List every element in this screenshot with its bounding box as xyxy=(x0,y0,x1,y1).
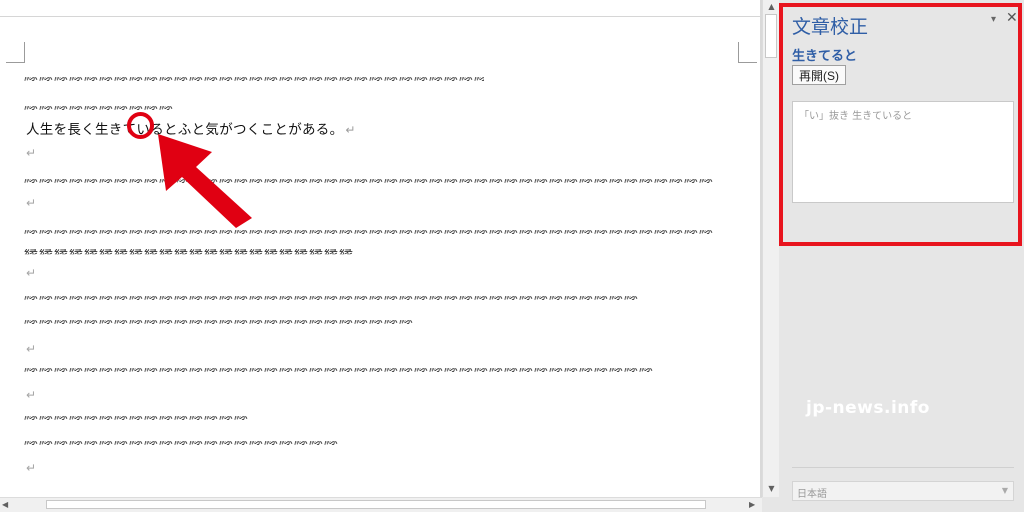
blurred-line: 縁縁縁縁縁縁縁縁縁縁縁縁縁縁縁縁縁縁縁縁縁縁縁縁縁縁 xyxy=(24,313,414,326)
vertical-scrollbar[interactable]: ▲ ▼ xyxy=(762,0,780,497)
blurred-line: 縁縁縁縁縁縁縁縁縁縁縁縁縁縁縁縁縁縁縁縁縁縁縁縁縁縁縁縁縁縁縁縁 xyxy=(24,70,484,83)
annotation-arrow-icon xyxy=(158,134,252,228)
scroll-up-icon[interactable]: ▲ xyxy=(763,0,780,13)
blurred-line: 縁縁縁縁縁縁縁縁縁縁縁縁縁縁縁縁縁縁縁縁縁縁縁縁縁縁縁縁縁縁縁縁縁縁縁縁縁縁縁縁… xyxy=(24,172,714,185)
watermark: jp-news.info xyxy=(806,398,930,418)
paragraph-mark: ↵ xyxy=(345,123,356,137)
proofing-pane: 文章校正 ▾ ✕ 生きてると 再開(S) 「い」抜き 生きていると jp-new… xyxy=(779,0,1024,511)
scroll-thumb-horizontal[interactable] xyxy=(46,500,706,509)
blurred-line: 縁縁縁縁縁縁縁縁縁縁 xyxy=(24,99,174,112)
paragraph-mark: ↵ xyxy=(26,461,37,475)
scroll-down-icon[interactable]: ▼ xyxy=(763,482,780,495)
close-icon[interactable]: ✕ xyxy=(1006,10,1018,26)
blurred-line: 縁縁縁縁縁縁縁縁縁縁縁縁縁縁縁縁縁縁縁縁縁 xyxy=(24,434,339,447)
paragraph-mark: ↵ xyxy=(26,266,37,280)
scroll-right-icon[interactable]: ▶ xyxy=(749,498,755,512)
pane-title: 文章校正 xyxy=(792,16,869,38)
scroll-thumb[interactable] xyxy=(765,14,777,58)
pane-menu-icon[interactable]: ▾ xyxy=(991,14,996,25)
ruler-line xyxy=(0,16,762,17)
blurred-line: 縁縁縁縁縁縁縁縁縁縁縁縁縁縁縁縁縁縁縁縁縁縁縁縁縁縁縁縁縁縁縁縁縁縁縁縁縁縁縁縁… xyxy=(24,289,639,302)
document-area[interactable]: 縁縁縁縁縁縁縁縁縁縁縁縁縁縁縁縁縁縁縁縁縁縁縁縁縁縁縁縁縁縁縁縁 縁縁縁縁縁縁縁… xyxy=(0,0,762,497)
horizontal-scrollbar[interactable]: ◀ ▶ xyxy=(0,497,762,512)
paragraph-mark: ↵ xyxy=(26,342,37,356)
divider xyxy=(792,467,1014,468)
scroll-left-icon[interactable]: ◀ xyxy=(2,498,8,512)
flagged-word: 生きてると xyxy=(792,49,858,64)
paragraph-mark: ↵ xyxy=(26,196,37,210)
blurred-line: 縁縁縁縁縁縁縁縁 xyxy=(24,490,144,497)
resume-button[interactable]: 再開(S) xyxy=(792,65,846,85)
paragraph-mark: ↵ xyxy=(26,146,37,160)
margin-corner-left xyxy=(6,42,25,63)
paragraph-mark: ↵ xyxy=(26,388,37,402)
blurred-line: 縁縁縁縁縁縁縁縁縁縁縁縁縁縁縁縁縁縁縁縁縁縁縁縁縁縁縁縁縁縁縁縁縁縁縁縁縁縁縁縁… xyxy=(24,361,654,374)
suggestion-item[interactable]: 「い」抜き 生きていると xyxy=(799,107,912,122)
chevron-down-icon: ▼ xyxy=(1001,486,1008,495)
blurred-line: 縁縁縁縁縁縁縁縁縁縁縁縁縁縁縁 xyxy=(24,409,249,422)
margin-corner-right xyxy=(738,42,757,63)
suggestion-list[interactable]: 「い」抜き 生きていると xyxy=(792,101,1014,203)
blurred-line: 縁縁縁縁縁縁縁縁縁縁縁縁縁縁縁縁縁縁縁縁縁縁縁縁縁縁縁縁縁縁縁縁縁縁縁縁縁縁縁縁… xyxy=(24,223,714,236)
language-value: 日本語 xyxy=(797,489,827,500)
blurred-line: 縁縁縁縁縁縁縁縁縁縁縁縁縁縁縁縁縁縁縁縁縁縁 xyxy=(24,249,354,262)
language-select[interactable]: 日本語 ▼ xyxy=(792,481,1014,501)
